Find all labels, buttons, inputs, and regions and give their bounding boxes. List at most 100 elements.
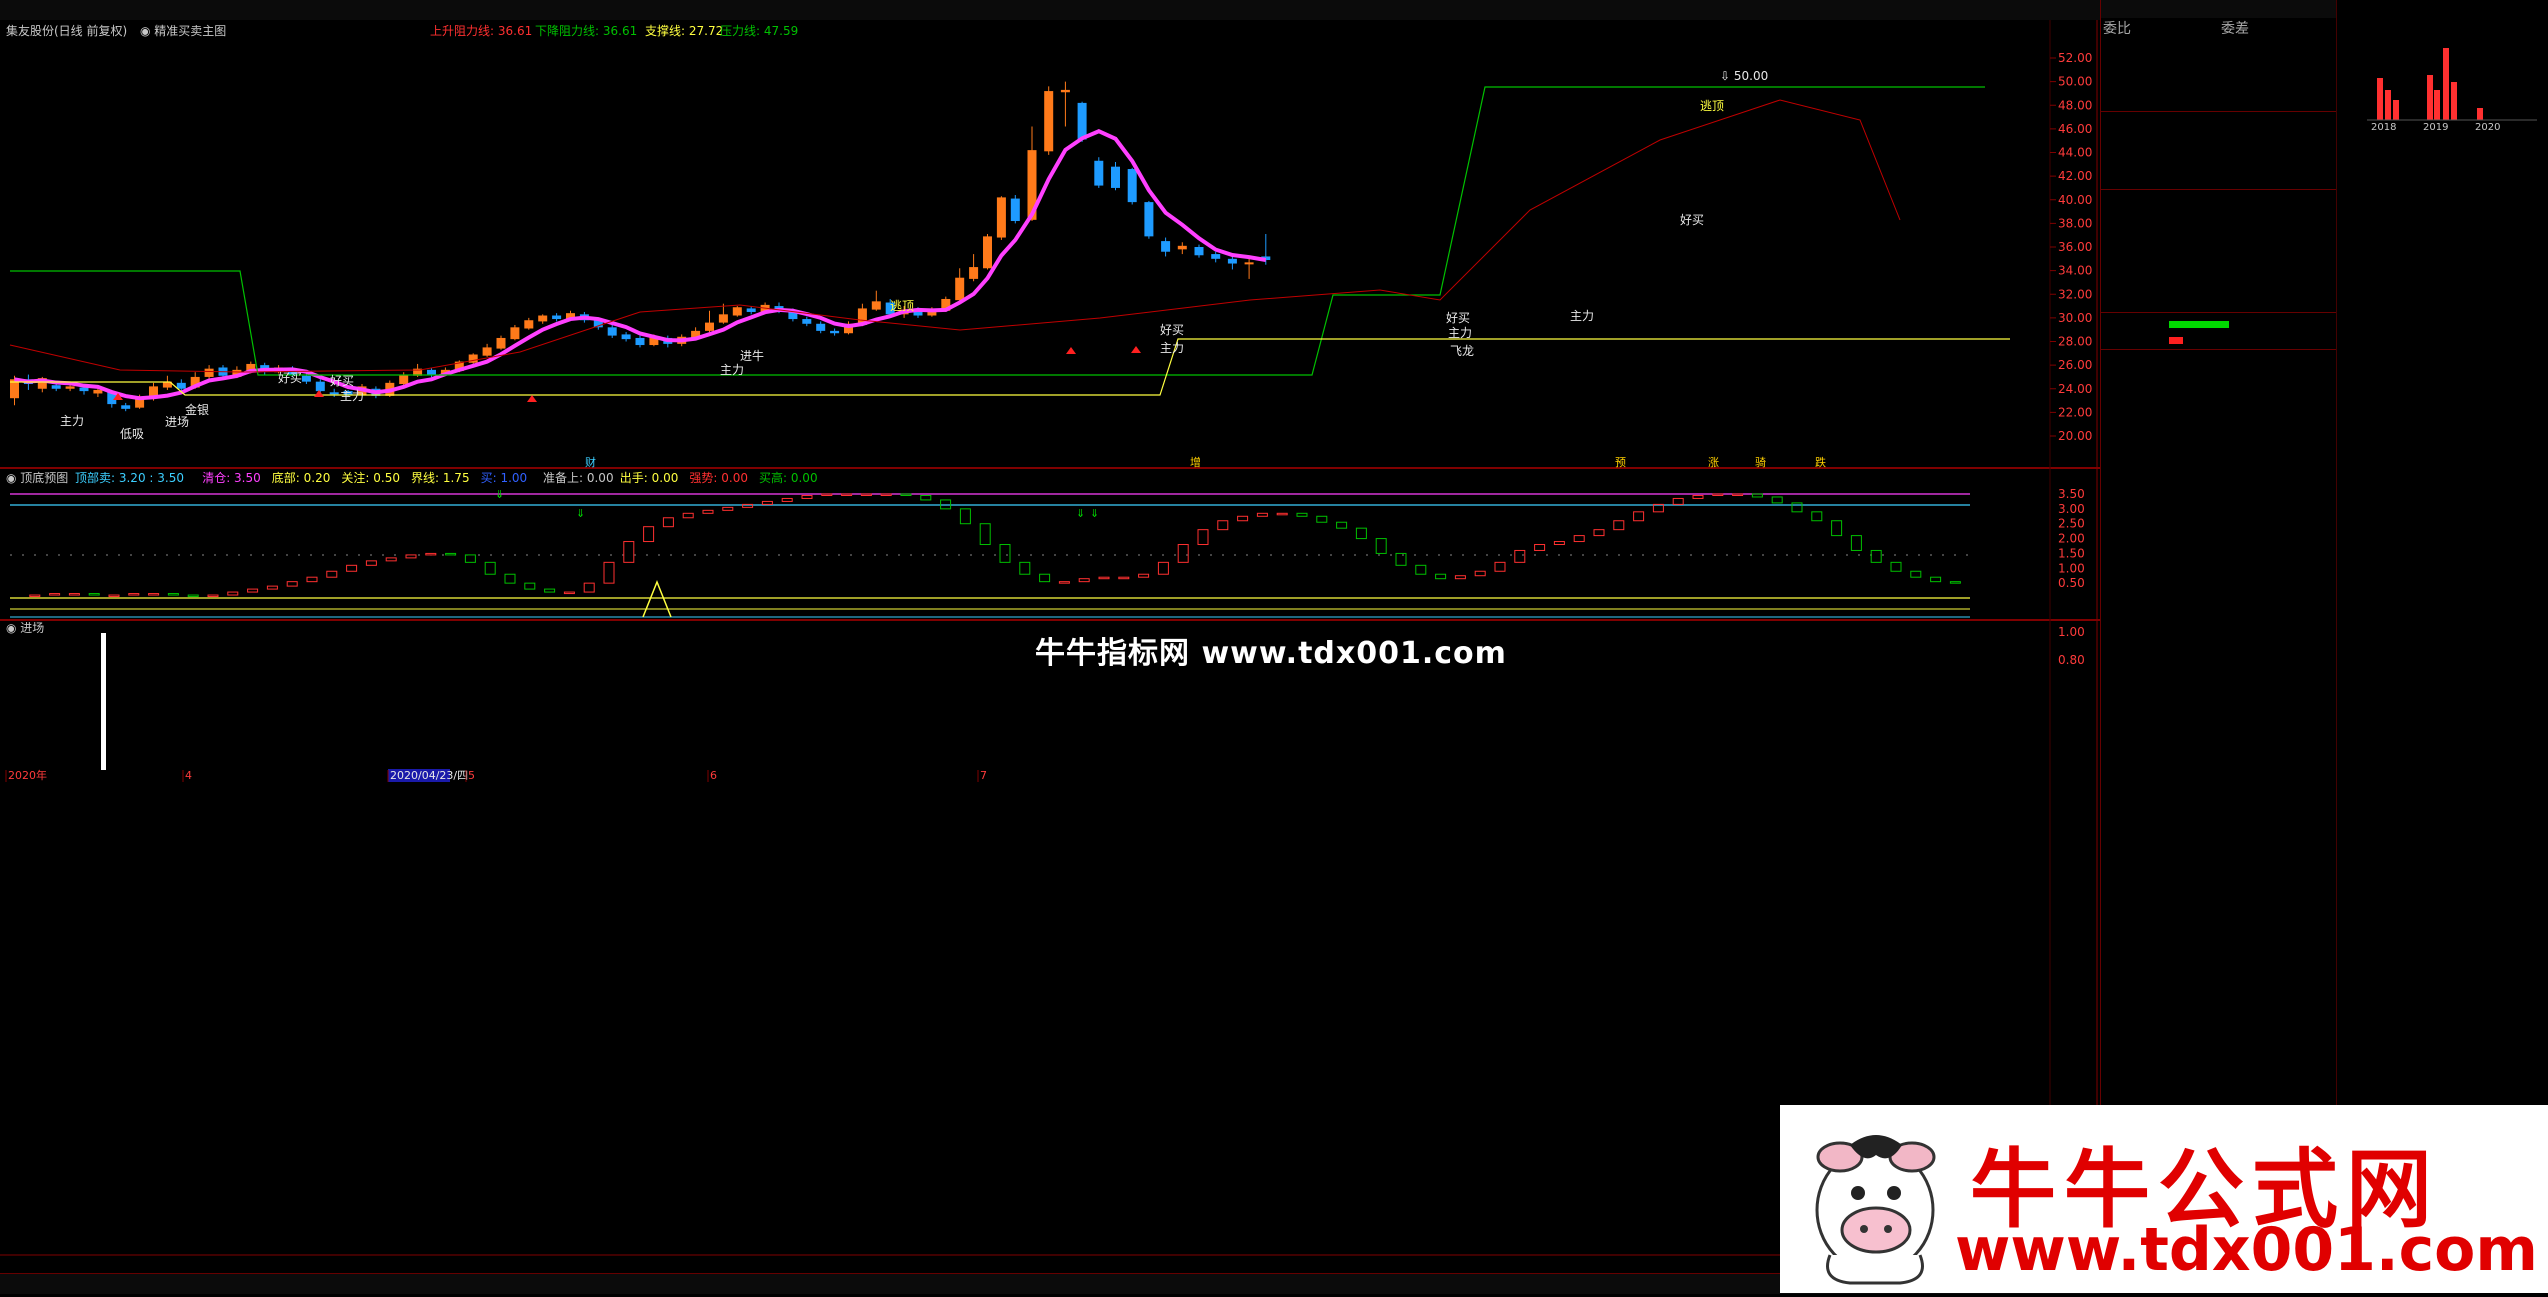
candle-body: [871, 301, 881, 310]
candle-body: [983, 236, 992, 269]
price-label: 26.00: [2058, 358, 2092, 372]
candle-body: [93, 389, 103, 394]
profit-bar: [2427, 75, 2433, 120]
price-label: 36.00: [2058, 240, 2092, 254]
candle-body: [1177, 245, 1187, 250]
candle-body: [301, 375, 311, 382]
quote-row: [2101, 252, 2337, 270]
candle-body: [621, 334, 631, 340]
profile-row: [2337, 913, 2548, 931]
price-label: 40.00: [2058, 193, 2092, 207]
fin-row: [2337, 456, 2548, 474]
candle-body: [496, 337, 506, 349]
signal-label: 主力: [1570, 309, 1594, 323]
quote-row: 委比 委差: [2101, 18, 2337, 37]
signal-label: 逃顶: [1700, 99, 1724, 113]
price-label: 32.00: [2058, 287, 2092, 301]
fin-row: [2337, 838, 2548, 856]
candle-body: [315, 381, 325, 392]
quote-header: [2101, 0, 2337, 18]
divider: [2101, 189, 2337, 190]
signal-label: 好买: [1446, 311, 1470, 325]
fin-row: [2337, 330, 2548, 348]
candle-body: [1244, 262, 1254, 265]
profit-bar: [2434, 90, 2440, 120]
sub1-axis-label: 0.50: [2058, 576, 2085, 590]
signal-label: 进牛: [740, 348, 764, 363]
year-label: 2020: [2475, 122, 2500, 130]
sub1-title: ◉ 顶底预图: [6, 470, 68, 485]
price-label: 38.00: [2058, 216, 2092, 230]
fin-row: [2337, 2, 2548, 20]
candle-body: [1044, 91, 1054, 152]
sub2-title: ◉ 进场: [6, 621, 44, 635]
fin-row: [2337, 702, 2548, 720]
center-watermark: 牛牛指标网 www.tdx001.com: [1035, 636, 1507, 671]
sub1-axis-label: 1.50: [2058, 546, 2085, 560]
price-label: 34.00: [2058, 264, 2092, 278]
sub1-axis-label: 2.50: [2058, 517, 2085, 531]
candle-body: [607, 327, 617, 336]
signal-label: 好买: [1680, 213, 1704, 227]
news-row: [2337, 597, 2548, 615]
candle-body: [482, 347, 492, 356]
candle-body: [399, 374, 409, 385]
sub1-axis-label: 3.00: [2058, 502, 2085, 516]
signal-label: 进场: [165, 415, 189, 429]
candle-body: [1077, 102, 1087, 140]
candle-body: [635, 337, 645, 346]
date-label: 2020年: [8, 768, 47, 782]
year-label: 2018: [2371, 122, 2396, 130]
sub2-axis-label: 1.00: [2058, 625, 2085, 639]
high-label: ⇩ 50.00: [1720, 69, 1768, 83]
candle-body: [1060, 89, 1070, 93]
candle-body: [176, 382, 186, 389]
news-row: [2337, 580, 2548, 598]
candle-body: [1127, 169, 1137, 203]
banner-url: www.tdx001.com: [1955, 1215, 2538, 1285]
sell-arrow-icon: ⇓: [1076, 507, 1085, 520]
signal-label: 好买: [330, 374, 354, 388]
price-label: 42.00: [2058, 169, 2092, 183]
candle-body: [705, 322, 714, 331]
sub1-param: 关注: 0.50: [341, 470, 400, 485]
sub1-param: 买: 1.00: [481, 471, 528, 485]
fin-row: [2337, 260, 2548, 278]
candle-body: [524, 320, 534, 329]
profile-row: [2337, 880, 2548, 898]
candle-body: [121, 405, 131, 409]
candle-body: [1111, 166, 1120, 188]
sub1-axis-label: 1.00: [2058, 561, 2085, 575]
fin-row: [2337, 722, 2548, 740]
signal-label: 金银: [185, 402, 209, 417]
sub1-param: 买高: 0.00: [759, 470, 818, 485]
price-label: 24.00: [2058, 382, 2092, 396]
indicator-metric: 支撑线: 27.72: [645, 23, 723, 38]
news-row: [2337, 613, 2548, 631]
signal-label: 主力: [720, 363, 744, 377]
fin-row: [2337, 1010, 2548, 1028]
sub1-axis-label: 3.50: [2058, 487, 2085, 501]
candle-body: [51, 385, 61, 389]
ask-bid-divider: [2101, 111, 2337, 112]
signal-label: 低吸: [120, 427, 144, 441]
price-label: 52.00: [2058, 51, 2092, 65]
indicator-metric: 下降阻力线: 36.61: [535, 24, 637, 38]
event-mark: 增: [1190, 455, 1201, 469]
sub1-param: 强势: 0.00: [689, 471, 748, 485]
signal-label: 好买: [278, 371, 302, 385]
profit-bar: [2477, 108, 2483, 120]
profit-mini-chart: 2018 2019 2020: [2367, 48, 2537, 130]
flow-bar: [2169, 321, 2229, 328]
candle-body: [746, 308, 756, 312]
event-mark: 跌: [1815, 455, 1826, 469]
candle-body: [510, 327, 520, 340]
profile-row: [2337, 897, 2548, 915]
year-label: 2019: [2423, 122, 2448, 130]
profile-row: [2337, 930, 2548, 948]
event-mark: 涨: [1708, 456, 1719, 469]
candle-body: [732, 307, 742, 316]
candle-body: [1161, 241, 1171, 252]
date-label: 7: [980, 769, 987, 782]
signal-label: 主力: [60, 414, 84, 428]
